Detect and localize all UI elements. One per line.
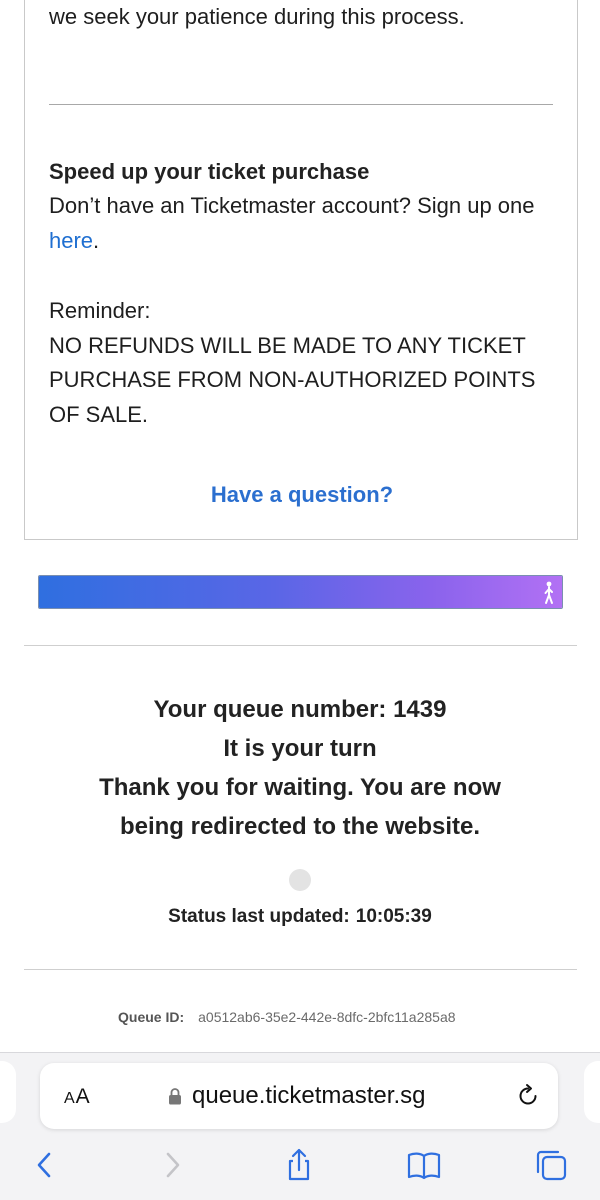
queue-progress-bar [38,575,563,609]
url-text[interactable]: queue.ticketmaster.sg [192,1082,425,1110]
section-divider-bottom [24,969,577,970]
bookmarks-icon[interactable] [406,1147,442,1183]
address-bar[interactable]: AA queue.ticketmaster.sg [40,1063,558,1129]
reminder-label: Reminder: [49,298,151,323]
browser-chrome: AA queue.ticketmaster.sg [0,1052,600,1200]
next-tab-stub[interactable] [584,1061,600,1123]
forward-icon[interactable] [154,1147,190,1183]
loading-dot-icon [289,869,311,891]
status-last-updated: Status last updated: 10:05:39 [0,906,600,928]
turn-message: It is your turn [223,735,377,762]
tabs-icon[interactable] [533,1147,569,1183]
signup-prompt: Don’t have an Ticketmaster account? Sign… [49,193,535,218]
last-updated-label: Status last updated: [168,906,350,927]
queue-id: Queue ID: a0512ab6-35e2-442e-8dfc-2bfc11a… [118,1009,456,1025]
signup-text: Don’t have an Ticketmaster account? Sign… [49,189,549,258]
have-a-question-link[interactable]: Have a question? [25,482,579,508]
queue-id-value: a0512ab6-35e2-442e-8dfc-2bfc11a285a8 [198,1009,456,1025]
speed-up-heading: Speed up your ticket purchase [49,159,370,184]
aa-small: A [64,1090,76,1107]
walking-person-icon [544,581,553,604]
queue-id-label: Queue ID: [118,1009,185,1025]
section-divider-top [24,645,577,646]
info-card: we seek your patience during this proces… [24,0,578,540]
reminder-text: NO REFUNDS WILL BE MADE TO ANY TICKET PU… [49,332,536,427]
last-updated-time: 10:05:39 [355,906,432,927]
previous-tab-stub[interactable] [0,1061,16,1123]
share-icon[interactable] [281,1147,317,1183]
signup-period: . [93,227,100,253]
lock-icon [169,1088,181,1105]
reload-icon[interactable] [515,1083,541,1109]
reminder-block: Reminder: NO REFUNDS WILL BE MADE TO ANY… [49,294,569,432]
text-size-icon[interactable]: AA [64,1085,91,1109]
queue-status: Your queue number: 1439 It is your turn … [0,690,600,846]
progress-fill [39,576,562,608]
back-icon[interactable] [28,1147,64,1183]
patience-text: we seek your patience during this proces… [49,4,465,29]
signup-here-link[interactable]: here [49,228,93,253]
aa-big: A [75,1085,91,1108]
thanks-line-2: being redirected to the website. [119,813,481,840]
queue-number: Your queue number: 1439 [153,696,447,723]
thanks-line-1: Thank you for waiting. You are now [99,774,501,801]
card-divider [49,104,553,105]
